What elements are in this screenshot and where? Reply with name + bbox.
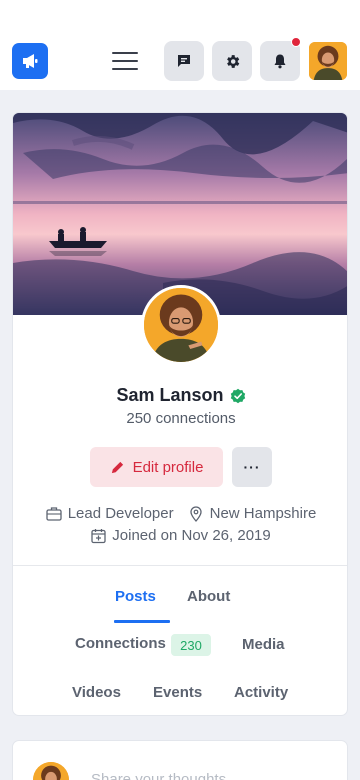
more-options-label: ··· [243, 459, 261, 475]
more-options-button[interactable]: ··· [232, 447, 272, 487]
tab-media[interactable]: Media [242, 636, 285, 653]
connections-count-badge: 230 [171, 634, 211, 656]
briefcase-icon [46, 507, 62, 521]
composer-avatar [33, 762, 69, 780]
joined-date: Joined on Nov 26, 2019 [112, 527, 271, 544]
top-navbar [0, 0, 360, 90]
calendar-icon [91, 528, 106, 543]
composer-input[interactable]: Share your thoughts... [91, 771, 239, 780]
job-location-row: Lead Developer New Hampshire [13, 505, 347, 522]
gear-icon [226, 54, 239, 68]
profile-avatar[interactable] [141, 285, 221, 365]
tab-videos[interactable]: Videos [72, 684, 121, 701]
tab-about[interactable]: About [187, 588, 230, 605]
divider [13, 565, 347, 566]
chat-icon [178, 55, 190, 67]
profile-name: Sam Lanson [116, 385, 224, 405]
edit-profile-button[interactable]: Edit profile [90, 447, 223, 487]
settings-button[interactable] [212, 41, 252, 81]
tab-events[interactable]: Events [153, 684, 202, 701]
notifications-button[interactable] [260, 37, 301, 81]
notification-dot [291, 37, 301, 47]
location: New Hampshire [209, 505, 317, 522]
joined-row: Joined on Nov 26, 2019 [13, 527, 347, 544]
verified-check-icon [230, 388, 245, 403]
connections-count: 250 connections [126, 410, 236, 427]
name-row: Sam Lanson [13, 385, 347, 406]
job-title: Lead Developer [67, 505, 174, 522]
hamburger-menu-icon[interactable] [112, 52, 138, 70]
profile-card: Sam Lanson 250 connections Edit profile … [12, 112, 348, 716]
tab-connections[interactable]: Connections [75, 635, 166, 652]
active-tab-indicator [114, 620, 170, 623]
post-composer-card: Share your thoughts... [12, 740, 348, 780]
user-avatar[interactable] [309, 42, 347, 80]
bell-icon [274, 54, 286, 69]
edit-profile-label: Edit profile [132, 458, 204, 476]
location-pin-icon [189, 505, 202, 522]
logo-megaphone-icon[interactable] [12, 43, 48, 79]
tab-posts[interactable]: Posts [115, 588, 156, 605]
tab-activity[interactable]: Activity [234, 684, 288, 701]
pencil-icon [111, 461, 123, 473]
messages-button[interactable] [164, 41, 204, 81]
